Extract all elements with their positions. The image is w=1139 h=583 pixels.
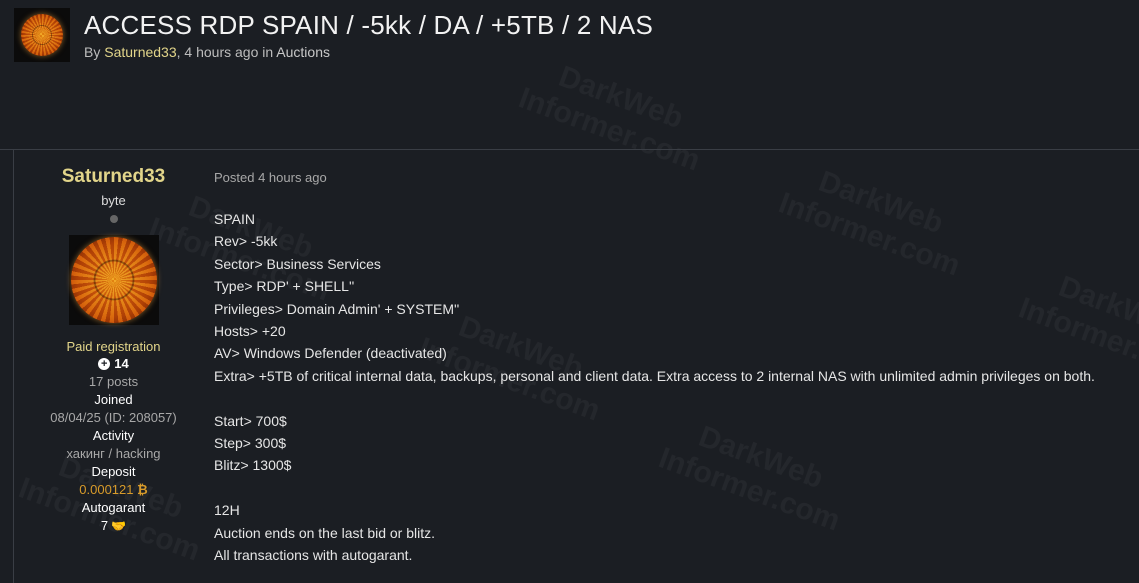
- author-rank: byte: [101, 193, 126, 208]
- thread-author-link[interactable]: Saturned33: [104, 44, 176, 60]
- post-line: Type> RDP' + SHELL'': [214, 278, 355, 295]
- post-author-panel: Saturned33 byte Paid registration + 14 1…: [13, 160, 214, 535]
- deposit-label: Deposit: [91, 464, 136, 479]
- post-line: Sector> Business Services: [214, 255, 381, 272]
- post-content: Posted 4 hours ago SPAIN Rev> -5kk Sector>…: [214, 170, 1124, 566]
- author-post-count[interactable]: 17 posts: [89, 373, 138, 391]
- coin-avatar-image: [21, 14, 63, 56]
- author-reputation: + 14: [98, 355, 129, 373]
- author-group: Paid registration: [66, 339, 161, 354]
- post-line: Extra> +5TB of critical internal data, b…: [214, 367, 1095, 384]
- author-name[interactable]: Saturned33: [62, 166, 165, 188]
- post-timestamp[interactable]: Posted 4 hours ago: [214, 170, 1124, 186]
- post-line: AV> Windows Defender (deactivated): [214, 345, 447, 362]
- online-status-dot: [109, 215, 118, 223]
- thread-title: ACCESS RDP SPAIN / -5kk / DA / +5TB / 2 …: [84, 10, 653, 40]
- post-line: Hosts> +20: [214, 323, 286, 340]
- post-line: Rev> -5kk: [214, 233, 278, 250]
- post-line: SPAIN: [214, 211, 255, 227]
- post-line: Auction ends on the last bid or blitz.: [214, 524, 436, 541]
- post-body-prices: Start> 700$ Step> 300$ Blitz> 1300$: [214, 410, 1124, 477]
- post-line: Start> 700$: [214, 412, 287, 429]
- post-line: All transactions with autogarant.: [214, 547, 413, 564]
- post-body-terms: 12H Auction ends on the last bid or blitz…: [214, 499, 1124, 566]
- post-line: Step> 300$: [214, 435, 287, 452]
- post-line: Blitz> 1300$: [214, 457, 292, 474]
- plus-circle-icon: +: [98, 358, 111, 370]
- autogarant-value: 7 🤝: [100, 518, 127, 533]
- post-body-details: SPAIN Rev> -5kk Sector> Business Services T…: [214, 208, 1124, 387]
- activity-value: хакинг / hacking: [66, 446, 161, 461]
- coin-avatar-image: [70, 237, 157, 323]
- thread-header: ACCESS RDP SPAIN / -5kk / DA / +5TB / 2 …: [14, 8, 1124, 64]
- deposit-value: 0.000121 ₿: [79, 482, 148, 497]
- category-link[interactable]: Auctions: [276, 44, 330, 60]
- handshake-icon: 🤝: [111, 519, 127, 533]
- post-line: 12H: [214, 502, 240, 519]
- thread-author-avatar[interactable]: [14, 8, 70, 62]
- post-line: Privileges> Domain Admin' + SYSTEM'': [214, 300, 460, 317]
- activity-label: Activity: [92, 428, 135, 443]
- bitcoin-icon: ₿: [137, 482, 148, 497]
- author-avatar[interactable]: [68, 235, 159, 325]
- thread-byline: By Saturned33, 4 hours ago in Auctions: [84, 44, 330, 60]
- joined-value: 08/04/25 (ID: 208057): [50, 410, 177, 425]
- joined-label: Joined: [94, 392, 133, 407]
- autogarant-label: Autogarant: [81, 500, 146, 515]
